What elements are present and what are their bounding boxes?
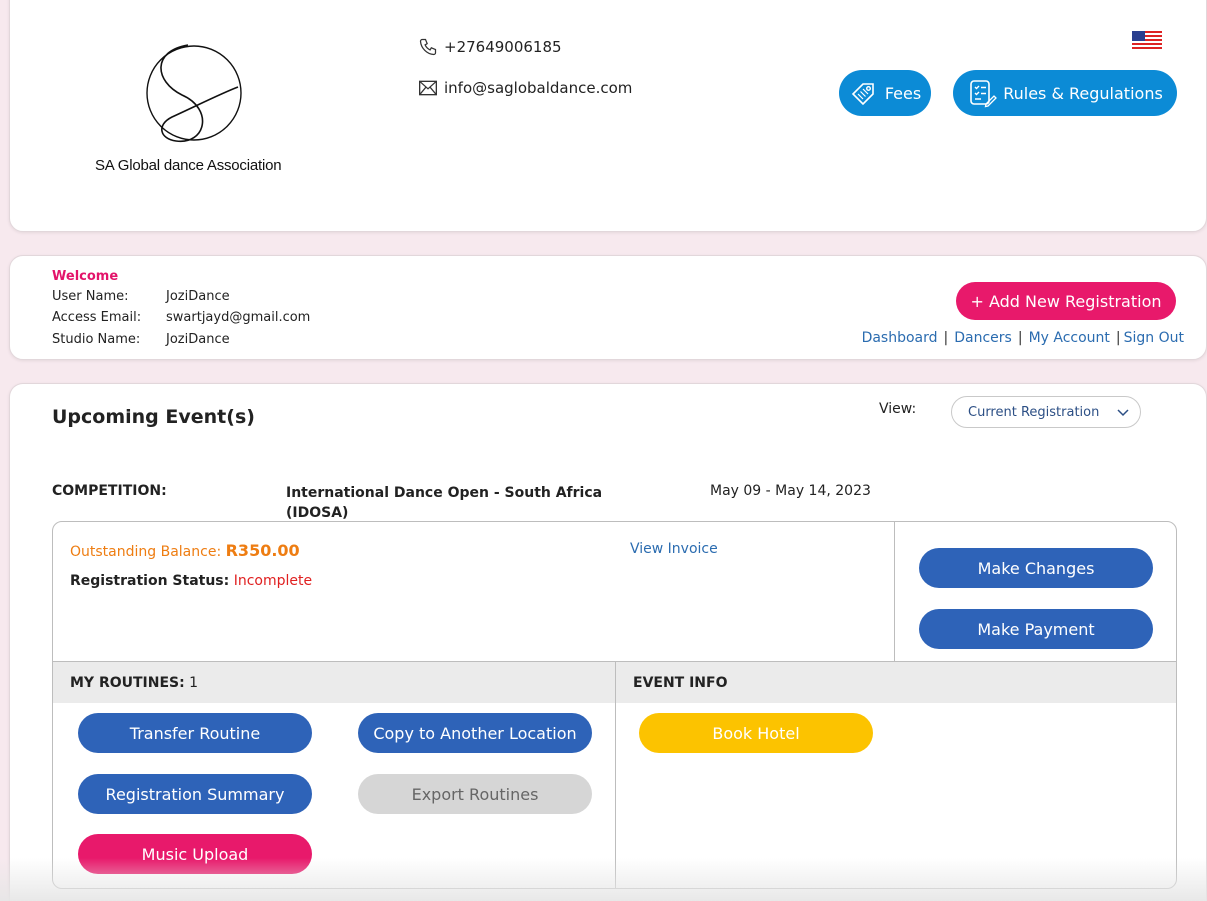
balance-value: R350.00 bbox=[225, 541, 300, 560]
access-email-label: Access Email: bbox=[52, 310, 142, 325]
upcoming-events-title: Upcoming Event(s) bbox=[52, 406, 255, 428]
fees-button[interactable]: Fees bbox=[839, 70, 931, 116]
events-card: Upcoming Event(s) View: Current Registra… bbox=[9, 383, 1207, 901]
logo-text: SA Global dance Association bbox=[95, 157, 282, 174]
logo[interactable]: SA Global dance Association bbox=[90, 37, 310, 187]
mail-icon bbox=[419, 80, 437, 96]
email-contact[interactable]: info@saglobaldance.com bbox=[418, 79, 632, 97]
view-invoice-link[interactable]: View Invoice bbox=[630, 541, 718, 557]
rules-label: Rules & Regulations bbox=[1003, 83, 1163, 103]
fees-tag-icon bbox=[851, 83, 874, 106]
chevron-down-icon bbox=[1117, 409, 1129, 417]
copy-to-another-location-button[interactable]: Copy to Another Location bbox=[358, 713, 592, 753]
make-payment-button[interactable]: Make Payment bbox=[919, 609, 1153, 649]
logo-mark-icon bbox=[146, 44, 242, 142]
user-name-label: User Name: bbox=[52, 289, 129, 304]
status-label: Registration Status: bbox=[70, 573, 230, 589]
competition-dates: May 09 - May 14, 2023 bbox=[710, 483, 871, 499]
email-address: info@saglobaldance.com bbox=[444, 79, 633, 97]
checklist-icon bbox=[970, 80, 998, 108]
user-name-row: User Name: JoziDance bbox=[52, 289, 230, 304]
studio-name-value: JoziDance bbox=[166, 332, 230, 347]
add-new-registration-button[interactable]: + Add New Registration bbox=[956, 282, 1176, 320]
rules-regulations-button[interactable]: Rules & Regulations bbox=[953, 70, 1177, 116]
registration-status: Registration Status: Incomplete bbox=[70, 573, 312, 589]
registration-box: Outstanding Balance: R350.00 Registratio… bbox=[52, 521, 1177, 889]
nav-dashboard-link[interactable]: Dashboard bbox=[862, 330, 938, 346]
make-changes-button[interactable]: Make Changes bbox=[919, 548, 1153, 588]
vertical-divider bbox=[894, 522, 895, 661]
nav-dancers-link[interactable]: Dancers bbox=[954, 330, 1012, 346]
phone-icon bbox=[419, 38, 437, 56]
nav-my-account-link[interactable]: My Account bbox=[1029, 330, 1110, 346]
phone-number: +27649006185 bbox=[444, 38, 562, 56]
status-value: Incomplete bbox=[233, 573, 313, 589]
fees-label: Fees bbox=[884, 83, 922, 103]
event-info-label: EVENT INFO bbox=[633, 674, 728, 691]
column-divider bbox=[615, 662, 616, 888]
phone-contact[interactable]: +27649006185 bbox=[418, 37, 562, 57]
view-label: View: bbox=[879, 401, 917, 417]
studio-name-label: Studio Name: bbox=[52, 332, 141, 347]
access-email-row: Access Email: swartjayd@gmail.com bbox=[52, 310, 310, 325]
welcome-heading: Welcome bbox=[52, 269, 119, 284]
view-selected-value: Current Registration bbox=[968, 404, 1100, 420]
registration-summary-button[interactable]: Registration Summary bbox=[78, 774, 312, 814]
us-flag-icon[interactable] bbox=[1132, 31, 1162, 49]
user-info-card: Welcome User Name: JoziDance Access Email… bbox=[9, 255, 1207, 360]
nav-sign-out-link[interactable]: Sign Out bbox=[1124, 330, 1184, 346]
transfer-routine-button[interactable]: Transfer Routine bbox=[78, 713, 312, 753]
header-card: SA Global dance Association +27649006185… bbox=[9, 0, 1207, 232]
outstanding-balance: Outstanding Balance: R350.00 bbox=[70, 541, 300, 560]
routines-count: 1 bbox=[189, 674, 199, 691]
studio-name-row: Studio Name: JoziDance bbox=[52, 332, 230, 347]
event-info-header: EVENT INFO bbox=[616, 662, 1176, 703]
export-routines-button[interactable]: Export Routines bbox=[358, 774, 592, 814]
competition-name: International Dance Open - South Africa … bbox=[286, 485, 603, 521]
balance-label: Outstanding Balance: bbox=[70, 544, 222, 560]
view-select[interactable]: Current Registration bbox=[951, 396, 1141, 428]
competition-label: COMPETITION: bbox=[52, 483, 167, 499]
my-routines-header: MY ROUTINES: 1 bbox=[53, 662, 615, 703]
routines-label: MY ROUTINES: bbox=[70, 674, 185, 691]
book-hotel-button[interactable]: Book Hotel bbox=[639, 713, 873, 753]
bottom-fade bbox=[0, 858, 1207, 901]
user-name-value: JoziDance bbox=[166, 289, 230, 304]
access-email-value: swartjayd@gmail.com bbox=[166, 310, 311, 325]
user-nav: Dashboard | Dancers | My Account | Sign Out bbox=[861, 330, 1184, 346]
